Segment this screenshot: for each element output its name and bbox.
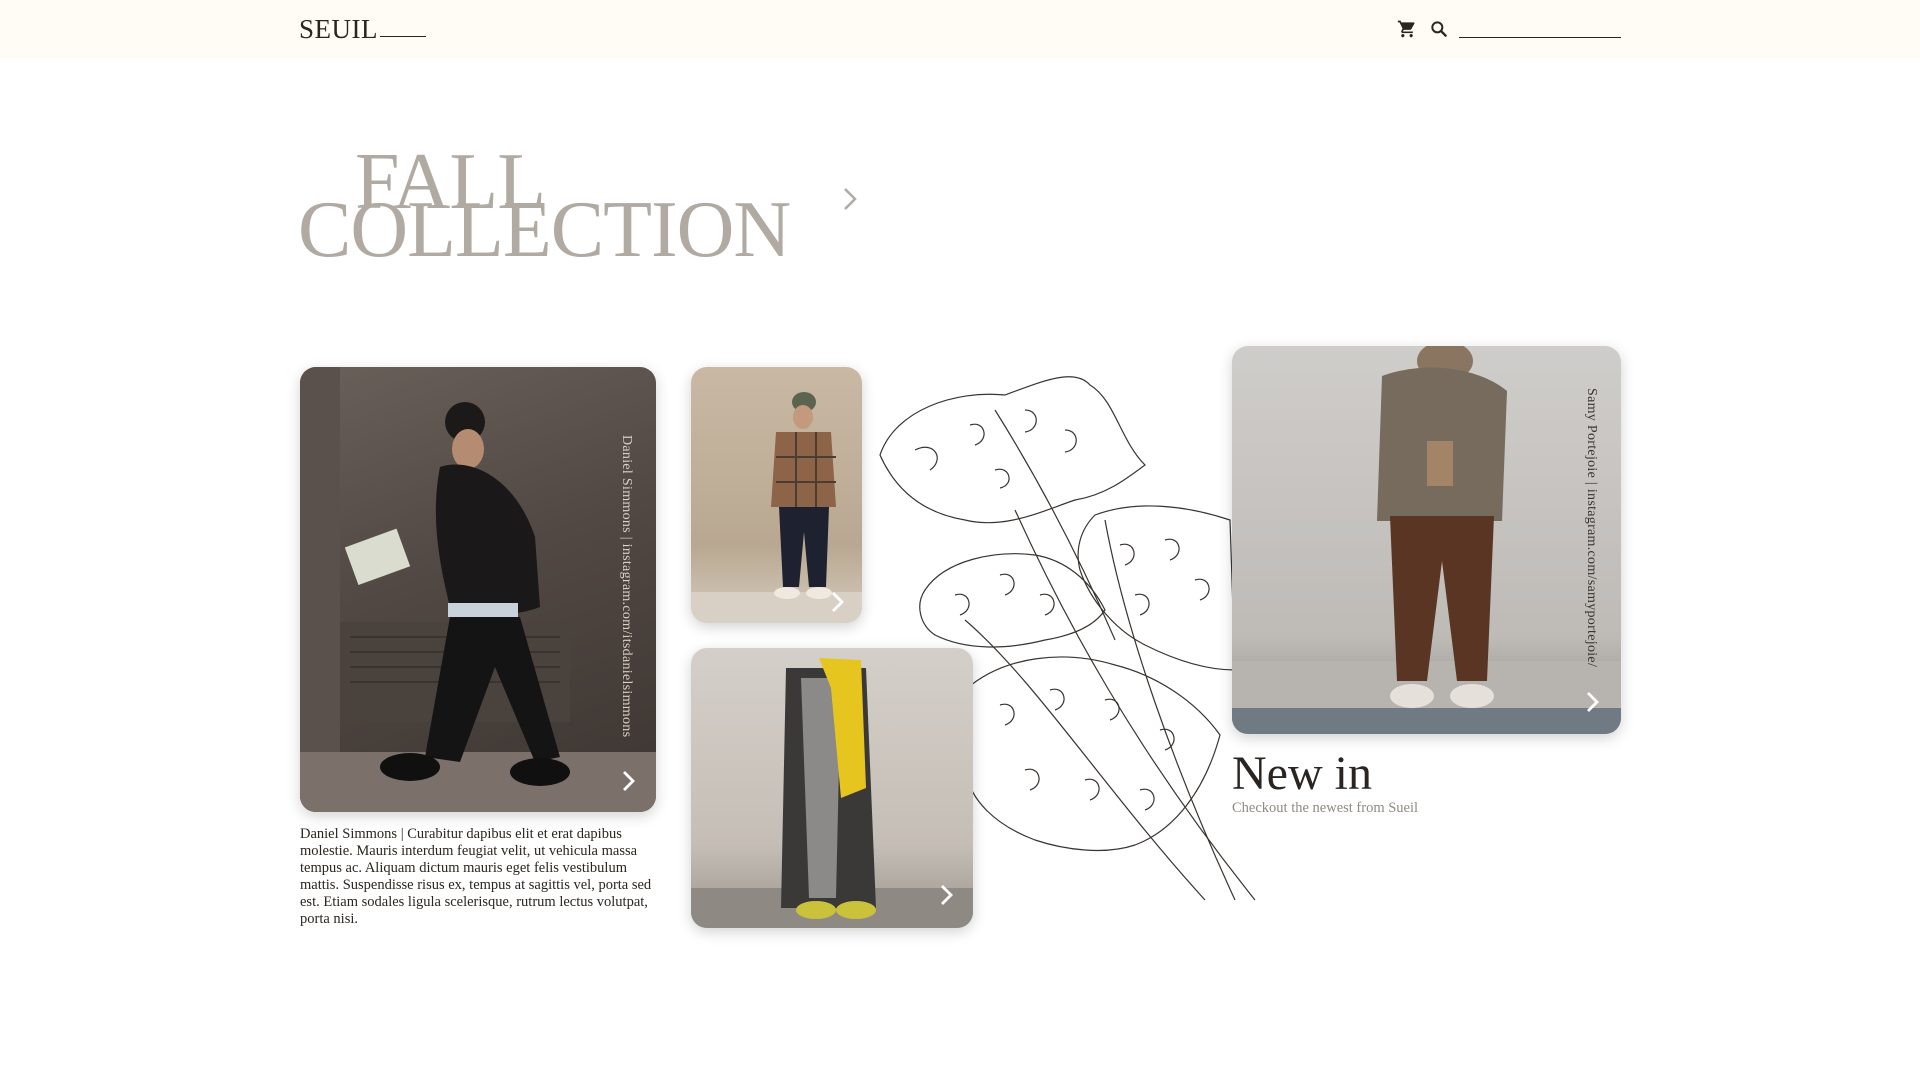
search-icon[interactable] — [1429, 19, 1449, 39]
look-card-yellow-scarf[interactable] — [691, 648, 973, 928]
photographer-caption: Daniel Simmons | instagram.com/itsdaniel… — [619, 435, 634, 738]
brand-logo[interactable]: SEUIL — [299, 14, 378, 45]
chevron-right-icon[interactable] — [936, 882, 958, 908]
model-photo — [1232, 346, 1621, 734]
top-header: SEUIL — [0, 0, 1920, 58]
new-in-title[interactable]: New in — [1232, 746, 1372, 802]
chevron-right-icon[interactable] — [838, 184, 862, 214]
look-card-samy[interactable]: Samy Portejoie | instagram.com/samyporte… — [1232, 346, 1621, 734]
model-photo — [691, 658, 973, 928]
cart-icon[interactable] — [1397, 19, 1417, 39]
chevron-right-icon[interactable] — [618, 768, 640, 794]
model-photo — [691, 392, 862, 623]
model-photo — [300, 367, 656, 812]
chevron-right-icon[interactable] — [827, 589, 849, 615]
search-input[interactable] — [1459, 14, 1621, 38]
logo-underline — [380, 36, 426, 37]
card-description: Daniel Simmons | Curabitur dapibus elit … — [300, 826, 652, 927]
chevron-right-icon[interactable] — [1582, 689, 1604, 715]
new-in-subtitle: Checkout the newest from Sueil — [1232, 800, 1419, 816]
look-card-plaid[interactable] — [691, 367, 862, 623]
photographer-caption: Samy Portejoie | instagram.com/samyporte… — [1584, 388, 1599, 668]
look-card-daniel[interactable]: Daniel Simmons | instagram.com/itsdaniel… — [300, 367, 656, 812]
hero-title-collection: COLLECTION — [298, 186, 791, 274]
